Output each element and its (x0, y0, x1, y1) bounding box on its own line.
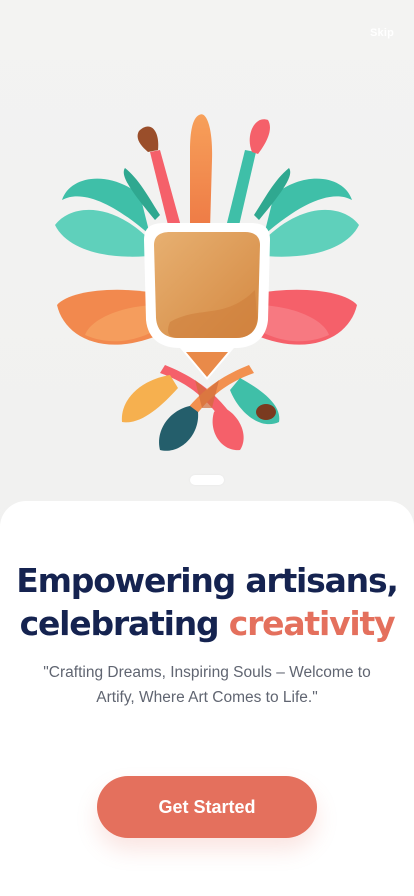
onboarding-card: Empowering artisans, celebrating creativ… (0, 501, 414, 896)
hero-illustration (0, 90, 414, 470)
title-line-1: Empowering artisans, (16, 561, 399, 600)
onboarding-subtitle: "Crafting Dreams, Inspiring Souls – Welc… (43, 664, 371, 706)
title-accent-word: creativity (228, 604, 396, 643)
page-indicator (190, 475, 224, 485)
get-started-button[interactable]: Get Started (97, 776, 317, 838)
artisan-brush-vase-icon (55, 114, 359, 451)
onboarding-screen: Skip Empowering artisans, celebrating cr… (0, 0, 414, 896)
title-line-2-plain: celebrating (19, 604, 229, 643)
skip-button[interactable]: Skip (370, 27, 394, 39)
title-line-2: celebrating creativity (0, 602, 414, 645)
onboarding-title: Empowering artisans, celebrating creativ… (0, 559, 414, 645)
